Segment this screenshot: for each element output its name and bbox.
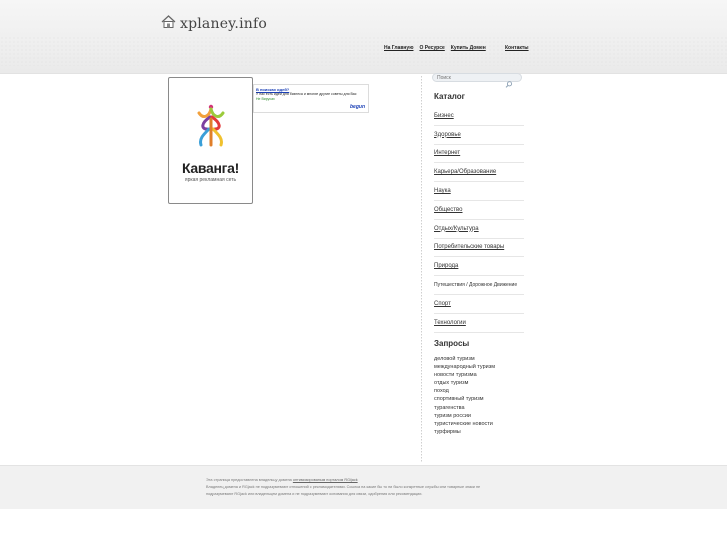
query-item[interactable]: спортивный туризм	[434, 395, 495, 403]
footer-portal-link[interactable]: оптимизированым порталом RGijack	[293, 478, 358, 482]
catalog-item-consumer-goods[interactable]: Потребительские товары	[434, 239, 524, 258]
catalog-item-career[interactable]: Карьера/Образование	[434, 163, 524, 183]
catalog-item-science[interactable]: Наука	[434, 182, 524, 201]
footer-line2: Владелец домена и RGjack не подразумеваю…	[206, 485, 481, 489]
footer-line3: подразумевают RGjack или владельцем доме…	[206, 492, 423, 496]
ad-tagline: яркая рекламная сеть	[184, 176, 237, 183]
query-item[interactable]: новости туризма	[434, 371, 495, 379]
catalog-item-sport[interactable]: Спорт	[434, 295, 524, 314]
kavanga-ad-banner[interactable]: Каванга! яркая рекламная сеть	[168, 77, 253, 204]
query-item[interactable]: деловой туризм	[434, 355, 495, 363]
begun-network-link[interactable]: begun	[350, 105, 365, 110]
query-item[interactable]: отдых туризм	[434, 379, 495, 387]
catalog-item-health[interactable]: Здоровье	[434, 126, 524, 145]
text-ad-block: В поисках идей? У нас есть идеи для бизн…	[253, 84, 369, 113]
ad-brand-name: Каванга!	[181, 159, 240, 176]
footer-line1-text: Эта страница предоставлена владельцу дом…	[206, 478, 292, 482]
logo-text: xplaney.info	[180, 16, 267, 32]
query-item[interactable]: туристические новости	[434, 420, 495, 428]
query-item[interactable]: международный туризм	[434, 363, 495, 371]
nav-contact-link[interactable]: Контакты	[505, 45, 529, 51]
catalog-item-internet[interactable]: Интернет	[434, 145, 524, 164]
top-navigation: На Главную О Ресурсе Купить Домен	[384, 45, 486, 51]
query-item[interactable]: турфирмы	[434, 428, 495, 436]
catalog-item-nature[interactable]: Природа	[434, 257, 524, 277]
site-logo[interactable]: xplaney.info	[161, 14, 267, 34]
nav-home-link[interactable]: На Главную	[384, 45, 413, 51]
catalog-list: Бизнес Здоровье Интернет Карьера/Образов…	[434, 107, 524, 333]
catalog-item-travel[interactable]: Путешествия / Дорожное Движение	[434, 276, 524, 295]
catalog-item-society[interactable]: Общество	[434, 201, 524, 220]
query-item[interactable]: турагенства	[434, 404, 495, 412]
search-box	[432, 73, 522, 88]
text-ad-url[interactable]: Не Вирусах	[256, 97, 366, 102]
footer: Эта страница предоставлена владельцу дом…	[0, 465, 727, 509]
header: xplaney.info На Главную О Ресурсе Купить…	[0, 0, 727, 74]
footer-disclaimer: Эта страница предоставлена владельцу дом…	[206, 477, 551, 498]
queries-list: деловой туризм международный туризм ново…	[434, 355, 495, 436]
query-item[interactable]: туризм россии	[434, 412, 495, 420]
search-input[interactable]	[437, 74, 507, 81]
nav-about-link[interactable]: О Ресурсе	[419, 45, 444, 51]
header-pattern	[0, 36, 727, 66]
catalog-item-leisure[interactable]: Отдых/Культура	[434, 220, 524, 239]
catalog-item-technology[interactable]: Технологии	[434, 314, 524, 333]
search-icon[interactable]	[505, 75, 513, 93]
house-icon	[161, 15, 176, 33]
catalog-item-business[interactable]: Бизнес	[434, 107, 524, 126]
nav-buy-domain-link[interactable]: Купить Домен	[451, 45, 486, 51]
column-divider	[421, 76, 422, 462]
kavanga-logo-icon	[191, 99, 231, 156]
query-item[interactable]: поход	[434, 387, 495, 395]
catalog-heading: Каталог	[434, 92, 465, 101]
queries-heading: Запросы	[434, 339, 470, 348]
